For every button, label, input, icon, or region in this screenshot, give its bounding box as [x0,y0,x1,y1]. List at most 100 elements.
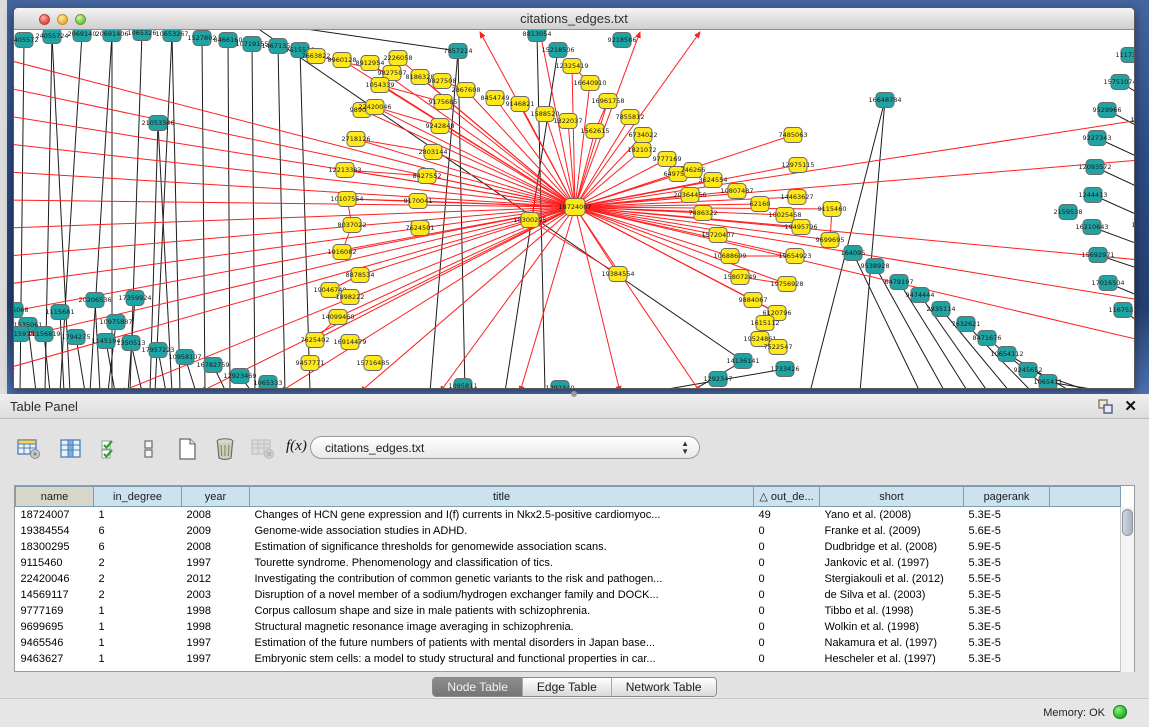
table-row[interactable]: 977716911998Corpus callosum shape and si… [16,603,1121,619]
table-cell[interactable]: 18300295 [16,539,94,555]
graph-node[interactable]: 62160 [750,197,771,212]
table-cell[interactable]: 2 [94,571,182,587]
column-header-title[interactable]: title [250,487,754,507]
delete-table-button[interactable] [210,435,240,463]
table-row[interactable]: 1830029562008Estimation of significance … [16,539,1121,555]
table-row[interactable]: 1872400712008Changes of HCN gene express… [16,507,1121,523]
table-cell[interactable]: 0 [754,635,820,651]
table-cell[interactable]: 5.3E-5 [964,635,1050,651]
graph-edge[interactable] [575,207,620,388]
graph-node[interactable]: 10653267 [155,30,188,42]
toggle-rows-button[interactable] [134,435,164,463]
graph-node[interactable]: 1916082 [328,245,357,260]
graph-node[interactable]: 16648784 [868,93,901,108]
graph-node[interactable]: 6734022 [629,128,658,143]
graph-node[interactable]: 7857224 [444,44,473,59]
memory-ok-icon[interactable] [1113,705,1127,719]
graph-edge[interactable] [575,160,1134,207]
table-cell[interactable]: 1 [94,619,182,635]
table-cell[interactable]: 1 [94,603,182,619]
table-cell[interactable]: 0 [754,619,820,635]
table-cell[interactable]: 1998 [182,603,250,619]
graph-node[interactable]: 2718126 [342,132,371,147]
graph-node[interactable]: 1733426 [771,362,800,377]
table-cell[interactable]: 18724007 [16,507,94,523]
table-row[interactable]: 946362711997Embryonic stem cells: a mode… [16,651,1121,667]
table-row[interactable]: 2242004622012Investigating the contribut… [16,571,1121,587]
close-panel-icon[interactable]: ✕ [1124,397,1137,415]
graph-node[interactable]: 1115681 [46,305,75,320]
graph-node[interactable]: 1167535 [1109,303,1134,318]
graph-node[interactable]: 21053346 [141,116,174,131]
table-cell[interactable]: Investigating the contribution of common… [250,571,754,587]
table-cell[interactable]: Yano et al. (2008) [820,507,964,523]
table-cell[interactable]: 0 [754,523,820,539]
column-header-year[interactable]: year [182,487,250,507]
graph-node[interactable]: 1794275 [62,330,91,345]
table-cell[interactable]: 5.3E-5 [964,651,1050,667]
graph-edge[interactable] [575,207,1134,340]
column-header-out_de[interactable]: △ out_de... [754,487,820,507]
graph-node[interactable]: 9227343 [1083,131,1112,146]
graph-node[interactable]: 1527802 [188,31,217,46]
column-header-in_degree[interactable]: in_degree [94,487,182,507]
graph-node[interactable]: 12975115 [781,158,814,173]
graph-edge[interactable] [252,44,255,388]
table-cell[interactable]: 5.3E-5 [964,587,1050,603]
table-cell[interactable]: Changes of HCN gene expression and I(f) … [250,507,754,523]
table-cell[interactable]: 1 [94,651,182,667]
graph-node[interactable]: 7485063 [779,128,808,143]
table-cell[interactable]: 9777169 [16,603,94,619]
table-cell[interactable]: 5.6E-5 [964,523,1050,539]
table-cell[interactable]: Stergiakouli et al. (2012) [820,571,964,587]
table-cell[interactable]: 1997 [182,651,250,667]
graph-node[interactable]: 1244413 [1079,188,1108,203]
graph-node[interactable]: 9115460 [818,202,847,217]
graph-node[interactable]: 16914479 [333,335,366,350]
graph-node[interactable]: 8471676 [973,331,1002,346]
network-canvas[interactable]: 2405572240557242069140206914061065326106… [14,30,1134,388]
table-cell[interactable]: Tourette syndrome. Phenomenology and cla… [250,555,754,571]
table-cell[interactable]: Dudbridge et al. (2008) [820,539,964,555]
graph-edge[interactable] [575,207,700,388]
table-cell[interactable]: 9465546 [16,635,94,651]
graph-node[interactable]: 14463627 [780,190,813,205]
table-cell[interactable]: Structural magnetic resonance image aver… [250,619,754,635]
table-row[interactable]: 1456911722003Disruption of a novel membe… [16,587,1121,603]
graph-node[interactable]: 8813054 [523,30,552,42]
graph-node[interactable]: 15218506 [541,43,574,58]
table-cell[interactable]: 5.3E-5 [964,507,1050,523]
network-graph[interactable]: 2405572240557242069140206914061065326106… [14,30,1134,388]
graph-node[interactable]: 19384554 [601,267,634,282]
table-cell[interactable]: Jankovic et al. (1997) [820,555,964,571]
graph-node[interactable]: 2935114 [927,302,956,317]
graph-node[interactable]: 1065326 [128,30,157,41]
table-cell[interactable]: 9463627 [16,651,94,667]
graph-node[interactable]: 9242848 [426,119,455,134]
graph-node[interactable]: 6479197 [885,275,914,290]
graph-node[interactable]: 2069140 [68,30,97,42]
graph-node[interactable]: 1065411 [1034,375,1063,389]
graph-node[interactable]: 20364456 [673,188,706,203]
table-cell[interactable]: Estimation of the future numbers of pati… [250,635,754,651]
function-builder-button[interactable]: f(x) [286,438,307,455]
graph-edge[interactable] [278,46,285,388]
tab-node-table[interactable]: Node Table [433,678,522,696]
graph-node[interactable]: 20206536 [78,293,111,308]
graph-node[interactable]: 16961758 [591,94,624,109]
table-cell[interactable]: Genome-wide association studies in ADHD. [250,523,754,539]
splitter-handle[interactable] [571,391,577,397]
table-cell[interactable]: 1 [94,635,182,651]
graph-node[interactable]: 7855812 [616,110,645,125]
table-cell[interactable]: 1998 [182,619,250,635]
table-cell[interactable]: 22420046 [16,571,94,587]
table-cell[interactable]: 2003 [182,587,250,603]
table-cell[interactable]: 0 [754,603,820,619]
graph-edge[interactable] [14,207,575,228]
table-cell[interactable]: Hescheler et al. (1997) [820,651,964,667]
table-cell[interactable]: 2 [94,587,182,603]
float-window-icon[interactable] [1098,399,1113,414]
graph-node[interactable]: 7632621 [952,317,981,332]
graph-node[interactable]: 14136141 [726,354,759,369]
graph-node[interactable]: 9245652 [1014,363,1043,378]
